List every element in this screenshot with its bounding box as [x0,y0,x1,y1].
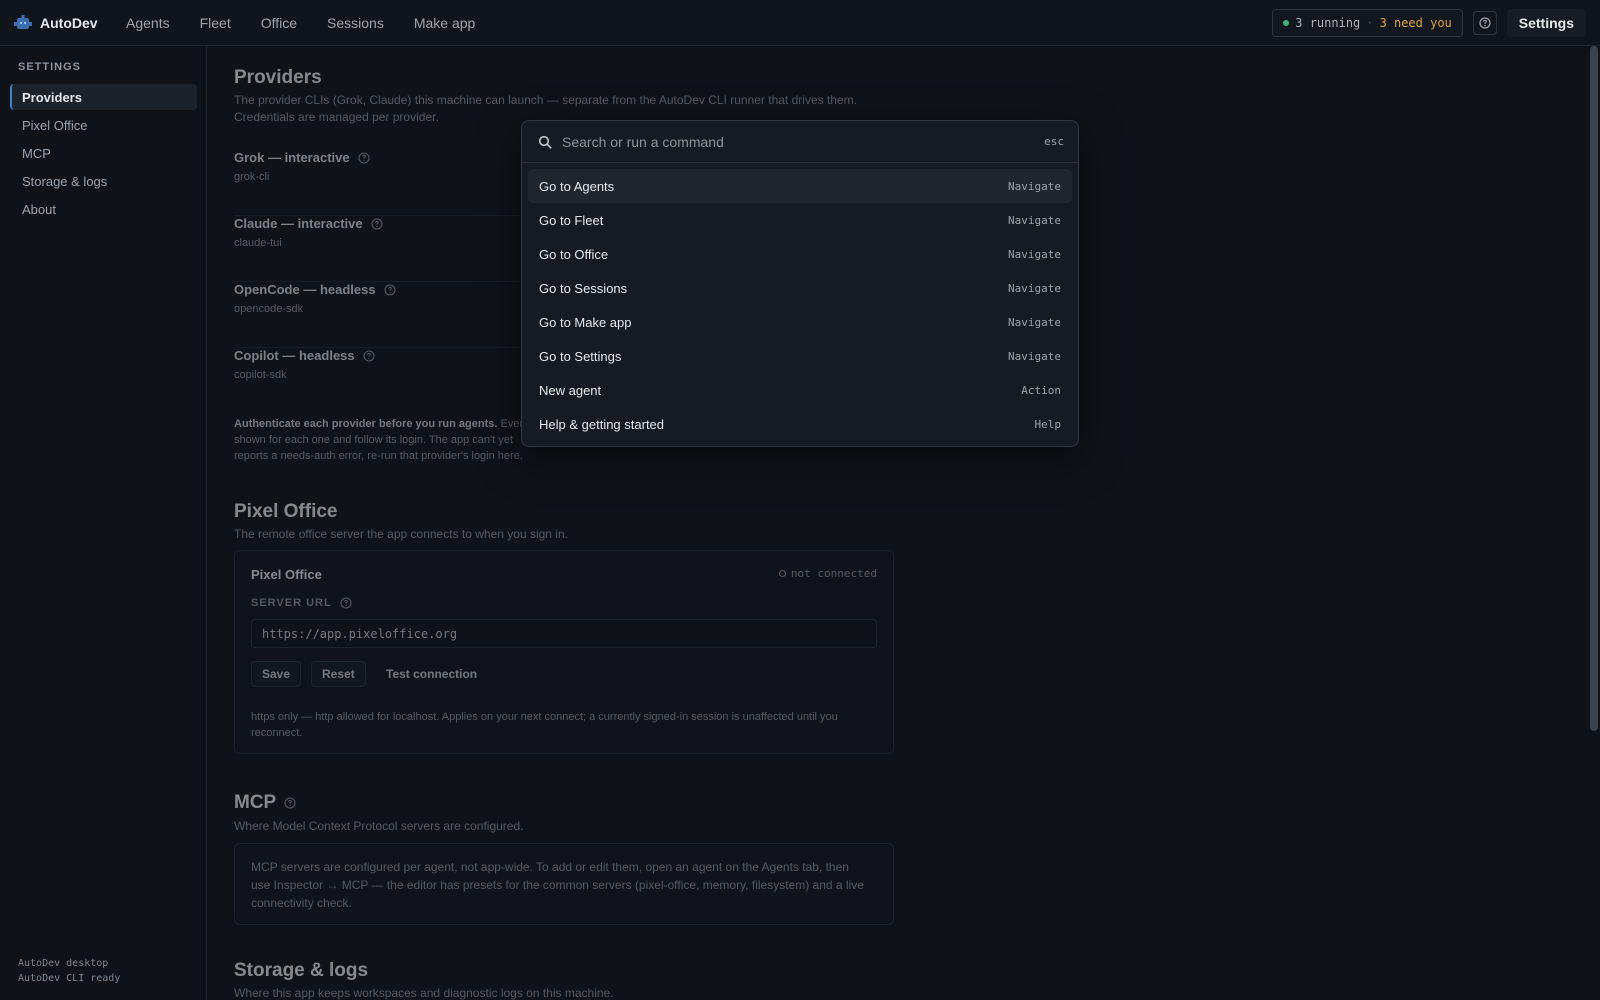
server-url-label: SERVER URL [251,597,352,609]
robot-logo-icon [14,14,32,29]
command-kind: Navigate [1008,213,1061,227]
footer-app-version: AutoDev desktop [18,958,109,969]
pixel-office-card-title: Pixel Office [251,567,322,582]
command-kind: Help [1034,417,1062,431]
command-go-to-sessions[interactable]: Go to Sessions Navigate [528,271,1072,305]
command-kind: Navigate [1008,247,1061,261]
command-kind: Action [1021,383,1061,397]
command-go-to-fleet[interactable]: Go to Fleet Navigate [528,203,1072,237]
command-label: Go to Fleet [539,212,604,228]
scrollbar-thumb[interactable] [1590,46,1598,731]
command-help-getting-started[interactable]: Help & getting started Help [528,407,1072,441]
server-url-note: https only — http allowed for localhost.… [251,711,838,739]
connection-status-text: not connected [790,567,877,580]
command-palette: esc Go to Agents Navigate Go to Fleet Na… [521,120,1079,447]
auth-note-bold: Authenticate each provider before you ru… [234,418,498,430]
command-kind: Navigate [1008,281,1061,295]
scrollbar[interactable] [1588,46,1598,1000]
sidebar-item-pixel-office[interactable]: Pixel Office [10,112,197,138]
command-go-to-agents[interactable]: Go to Agents Navigate [528,169,1072,203]
provider-name: OpenCode — headless [234,282,376,297]
running-dot-icon [1283,20,1290,26]
running-count: 3 running [1295,16,1361,30]
help-icon[interactable] [358,151,370,164]
provider-name: Grok — interactive [234,150,350,165]
help-icon[interactable] [284,797,296,809]
brand[interactable]: AutoDev [14,14,126,32]
mcp-card: MCP servers are configured per agent, no… [234,843,894,925]
test-connection-button[interactable]: Test connection [386,661,477,687]
nav-agents[interactable]: Agents [126,15,170,31]
disconnected-dot-icon [778,570,786,577]
providers-title: Providers [234,67,322,88]
sidebar-heading: SETTINGS [18,61,82,73]
server-url-input[interactable] [251,619,877,648]
pixel-office-title: Pixel Office [234,501,338,522]
mcp-title: MCP [234,792,296,814]
mcp-title-text: MCP [234,792,277,813]
auth-note-rest: Ever [497,418,524,430]
status-separator: · [1366,16,1374,30]
sidebar-item-mcp[interactable]: MCP [10,140,197,166]
command-label: Go to Sessions [539,280,628,296]
sidebar-item-providers[interactable]: Providers [10,84,197,110]
help-icon[interactable] [371,217,383,230]
mcp-subtitle: Where Model Context Protocol servers are… [234,819,524,833]
command-label: New agent [539,382,602,398]
command-label: Go to Make app [539,314,632,330]
help-icon[interactable] [340,597,352,609]
mcp-note: MCP servers are configured per agent, no… [251,860,864,910]
pixel-office-card: Pixel Office not connected SERVER URL Sa… [234,550,894,754]
help-button[interactable] [1472,11,1497,35]
sidebar-list: Providers Pixel Office MCP Storage & log… [10,84,197,224]
provider-name: Copilot — headless [234,348,355,363]
sidebar-item-about[interactable]: About [10,196,197,222]
sidebar-item-storage-logs[interactable]: Storage & logs [10,168,197,194]
need-you-count: 3 need you [1379,16,1452,30]
providers-subtitle-line1: The provider CLIs (Grok, Claude) this ma… [234,93,857,107]
command-search-input[interactable] [562,126,1032,157]
help-icon [1479,17,1491,29]
connection-status: not connected [778,567,877,580]
command-label: Go to Settings [539,348,622,364]
command-label: Go to Agents [539,178,615,194]
search-icon [538,135,552,149]
command-new-agent[interactable]: New agent Action [528,373,1072,407]
agent-status-pill[interactable]: 3 running · 3 need you [1272,9,1463,37]
nav-make-app[interactable]: Make app [414,15,475,31]
command-list: Go to Agents Navigate Go to Fleet Naviga… [528,169,1072,441]
main-nav: Agents Fleet Office Sessions Make app [126,15,505,31]
settings-button[interactable]: Settings [1506,9,1586,37]
help-icon[interactable] [363,349,375,362]
palette-search-bar: esc [522,121,1078,163]
sidebar-footer: AutoDev desktop AutoDev CLI ready [18,956,120,986]
settings-sidebar: SETTINGS Providers Pixel Office MCP Stor… [0,46,207,1000]
nav-fleet[interactable]: Fleet [200,15,231,31]
pixel-office-subtitle: The remote office server the app connect… [234,527,568,541]
top-right-controls: 3 running · 3 need you Settings [1272,9,1586,37]
provider-name: Claude — interactive [234,216,363,231]
command-kind: Navigate [1008,179,1061,193]
command-go-to-settings[interactable]: Go to Settings Navigate [528,339,1072,373]
server-url-label-text: SERVER URL [251,597,332,609]
footer-cli-status: AutoDev CLI ready [18,973,121,984]
nav-sessions[interactable]: Sessions [327,15,384,31]
save-button[interactable]: Save [251,661,302,687]
storage-title: Storage & logs [234,960,369,981]
help-icon[interactable] [384,283,396,296]
storage-subtitle: Where this app keeps workspaces and diag… [234,986,614,1000]
app-name: AutoDev [40,14,98,31]
reset-button[interactable]: Reset [311,661,366,687]
auth-note-line3: reports a needs-auth error, re-run that … [234,450,523,462]
command-go-to-office[interactable]: Go to Office Navigate [528,237,1072,271]
command-go-to-make-app[interactable]: Go to Make app Navigate [528,305,1072,339]
command-label: Help & getting started [539,416,665,432]
nav-office[interactable]: Office [261,15,297,31]
top-bar: AutoDev Agents Fleet Office Sessions Mak… [0,0,1600,46]
esc-hint: esc [1044,135,1064,148]
command-label: Go to Office [539,246,609,262]
command-kind: Navigate [1008,349,1061,363]
command-kind: Navigate [1008,315,1061,329]
